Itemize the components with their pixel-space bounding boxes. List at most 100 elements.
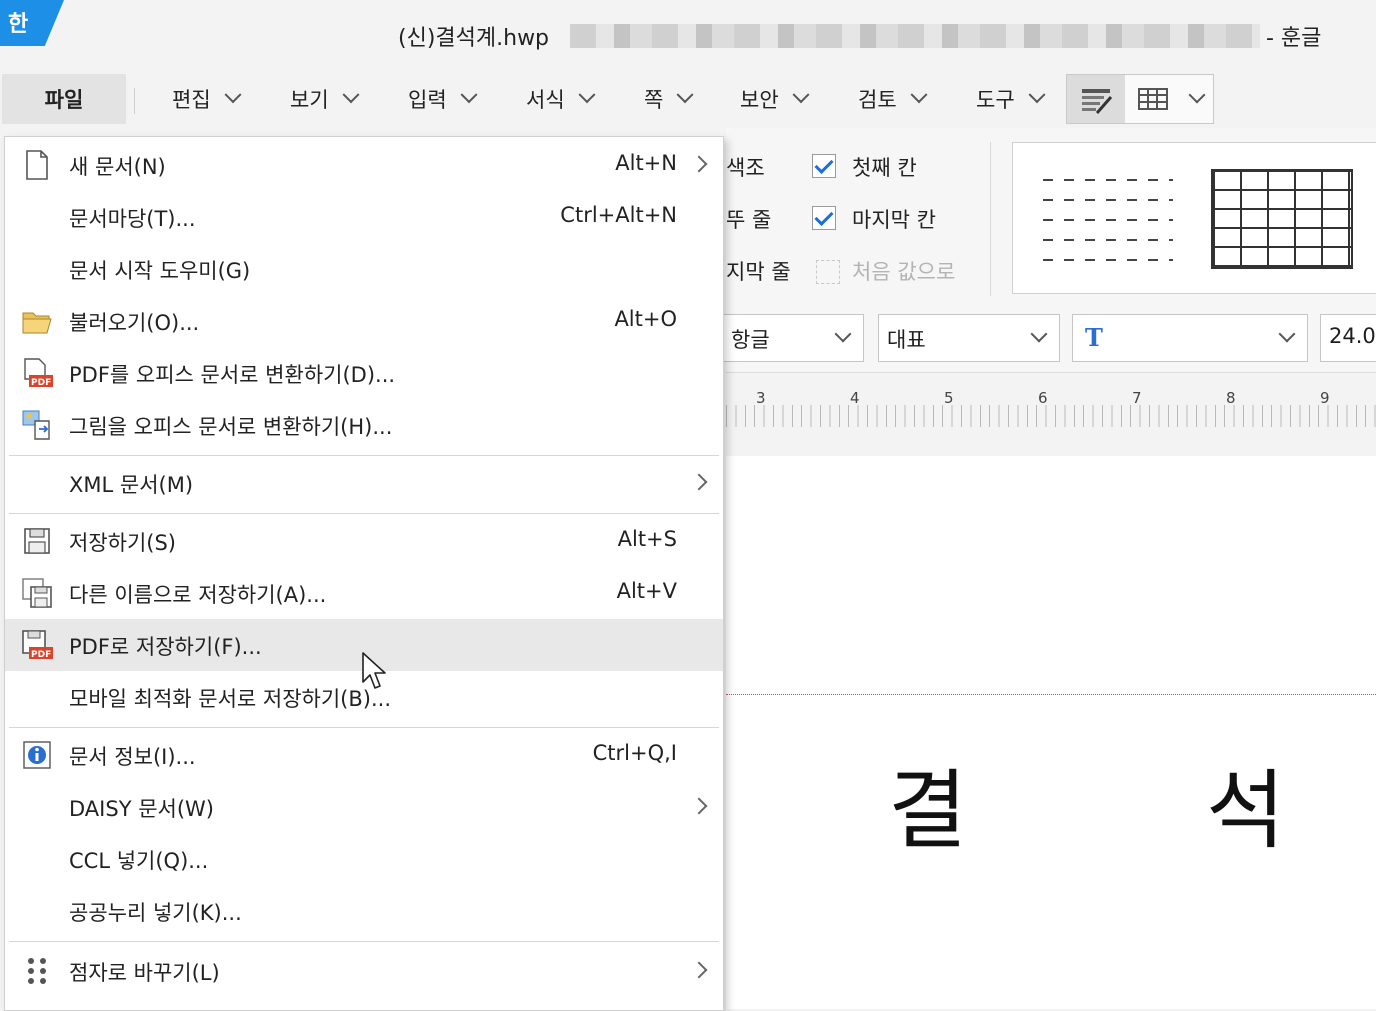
menu-item-xml-document[interactable]: XML 문서(M) — [5, 457, 723, 509]
ruler-number: 6 — [1038, 389, 1048, 407]
table-edit-icon — [1082, 89, 1113, 114]
font-language-combo[interactable]: 항글 — [722, 314, 864, 362]
chevron-down-icon[interactable] — [1188, 86, 1206, 104]
app-logo[interactable]: 한 — [0, 0, 64, 46]
svg-text:PDF: PDF — [31, 378, 51, 388]
ruler-ticks — [726, 405, 1376, 427]
menu-file[interactable]: 파일 — [2, 74, 126, 124]
menu-separator — [9, 455, 719, 456]
style-line — [1043, 179, 1173, 181]
style-line — [1043, 199, 1173, 201]
save-icon — [24, 528, 50, 554]
mouse-cursor-icon — [362, 652, 386, 689]
ribbon-label: 지막 줄 — [726, 260, 791, 284]
file-menu-dropdown: 새 문서(N) Alt+N 문서마당(T)... Ctrl+Alt+N 문서 시… — [4, 136, 724, 1011]
ribbon-label: 뚜 줄 — [726, 208, 772, 232]
reset-checkbox[interactable] — [816, 260, 840, 284]
braille-icon — [28, 958, 46, 984]
menu-item-pdf-convert[interactable]: PDF PDF를 오피스 문서로 변환하기(D)... — [5, 347, 723, 399]
menu-tools[interactable]: 도구 — [976, 82, 1046, 116]
chevron-right-icon — [690, 473, 708, 491]
menu-edit[interactable]: 편집 — [172, 82, 242, 116]
info-icon — [23, 741, 51, 769]
font-style-combo[interactable]: 대표 — [878, 314, 1060, 362]
ruler-number: 3 — [756, 389, 766, 407]
table-style-button[interactable] — [1067, 75, 1125, 123]
ribbon-label: 색조 — [726, 156, 765, 180]
chevron-down-icon — [224, 86, 242, 104]
style-line — [1043, 239, 1173, 241]
table-grid-icon — [1138, 88, 1168, 110]
ruler-number: 7 — [1132, 389, 1142, 407]
menu-view[interactable]: 보기 — [290, 82, 360, 116]
chevron-right-icon — [690, 961, 708, 979]
font-size-combo[interactable]: 24.0 — [1320, 314, 1376, 362]
menu-separator — [9, 941, 719, 942]
window-title-document: (신)결석계.hwp — [398, 26, 550, 51]
save-as-icon — [22, 578, 52, 608]
image-convert-icon — [22, 410, 50, 440]
margin-guide — [726, 694, 1376, 695]
pdf-convert-icon: PDF — [24, 358, 53, 388]
chevron-down-icon — [1028, 86, 1046, 104]
ribbon-panel: 색조 뚜 줄 지막 줄 첫째 칸 마지막 칸 처음 값으로 항글 대표 T 24… — [722, 128, 1376, 372]
menu-item-save-as[interactable]: 다른 이름으로 저장하기(A)... Alt+V — [5, 567, 723, 619]
menu-item-insert-ccl[interactable]: CCL 넣기(Q)... — [5, 833, 723, 885]
menu-item-templates[interactable]: 문서마당(T)... Ctrl+Alt+N — [5, 191, 723, 243]
chevron-down-icon — [342, 86, 360, 104]
chevron-right-icon — [690, 797, 708, 815]
menu-item-open[interactable]: 불러오기(O)... Alt+O — [5, 295, 723, 347]
menu-item-image-convert[interactable]: 그림을 오피스 문서로 변환하기(H)... — [5, 399, 723, 451]
chevron-down-icon — [834, 325, 852, 343]
chevron-down-icon — [460, 86, 478, 104]
menu-item-daisy-document[interactable]: DAISY 문서(W) — [5, 781, 723, 833]
grid-table-style[interactable] — [1211, 169, 1353, 269]
document-char: 석 — [1206, 761, 1286, 861]
menu-review[interactable]: 검토 — [858, 82, 928, 116]
chevron-right-icon — [690, 155, 708, 173]
save-pdf-icon: PDF — [22, 630, 53, 660]
menu-item-document-info[interactable]: 문서 정보(I)... Ctrl+Q,I — [5, 729, 723, 781]
menu-item-insert-kogl[interactable]: 공공누리 넣기(K)... — [5, 885, 723, 937]
ribbon-separator — [990, 142, 991, 296]
menu-format[interactable]: 서식 — [526, 82, 596, 116]
menu-separator — [134, 88, 135, 114]
folder-open-icon — [22, 312, 52, 334]
chevron-down-icon — [578, 86, 596, 104]
chevron-down-icon — [1278, 325, 1296, 343]
menu-item-braille[interactable]: 점자로 바꾸기(L) — [5, 945, 723, 997]
menu-item-new-document[interactable]: 새 문서(N) Alt+N — [5, 139, 723, 191]
chevron-down-icon — [676, 86, 694, 104]
menu-item-save[interactable]: 저장하기(S) Alt+S — [5, 515, 723, 567]
style-line — [1043, 259, 1173, 261]
first-column-checkbox[interactable] — [812, 154, 836, 178]
chevron-down-icon — [910, 86, 928, 104]
svg-text:PDF: PDF — [31, 650, 51, 660]
last-column-label: 마지막 칸 — [852, 208, 936, 232]
reset-label: 처음 값으로 — [852, 260, 956, 284]
ruler-number: 8 — [1226, 389, 1236, 407]
menu-bar: 파일 편집 보기 입력 서식 쪽 보안 검토 도구 — [0, 70, 1376, 128]
blurred-path — [570, 24, 1260, 48]
menu-page[interactable]: 쪽 — [644, 82, 694, 116]
chevron-down-icon — [792, 86, 810, 104]
menu-separator — [9, 727, 719, 728]
first-column-label: 첫째 칸 — [852, 156, 917, 180]
ruler-number: 9 — [1320, 389, 1330, 407]
style-line — [1043, 219, 1173, 221]
document-page[interactable]: 결 석 — [726, 456, 1376, 1009]
chevron-down-icon — [1030, 325, 1048, 343]
menu-security[interactable]: 보안 — [740, 82, 810, 116]
last-column-checkbox[interactable] — [812, 206, 836, 230]
font-face-combo[interactable]: T — [1072, 314, 1308, 362]
font-type-icon: T — [1085, 323, 1103, 352]
menu-separator — [9, 513, 719, 514]
menu-insert[interactable]: 입력 — [408, 82, 478, 116]
table-style-gallery[interactable] — [1012, 142, 1376, 294]
horizontal-ruler[interactable]: 3 4 5 6 7 8 9 — [726, 372, 1376, 458]
menu-item-start-wizard[interactable]: 문서 시작 도우미(G) — [5, 243, 723, 295]
view-toggle[interactable] — [1066, 74, 1214, 124]
window-title-app: - 훈글 — [1266, 26, 1322, 51]
document-char: 결 — [888, 761, 968, 861]
ruler-number: 4 — [850, 389, 860, 407]
